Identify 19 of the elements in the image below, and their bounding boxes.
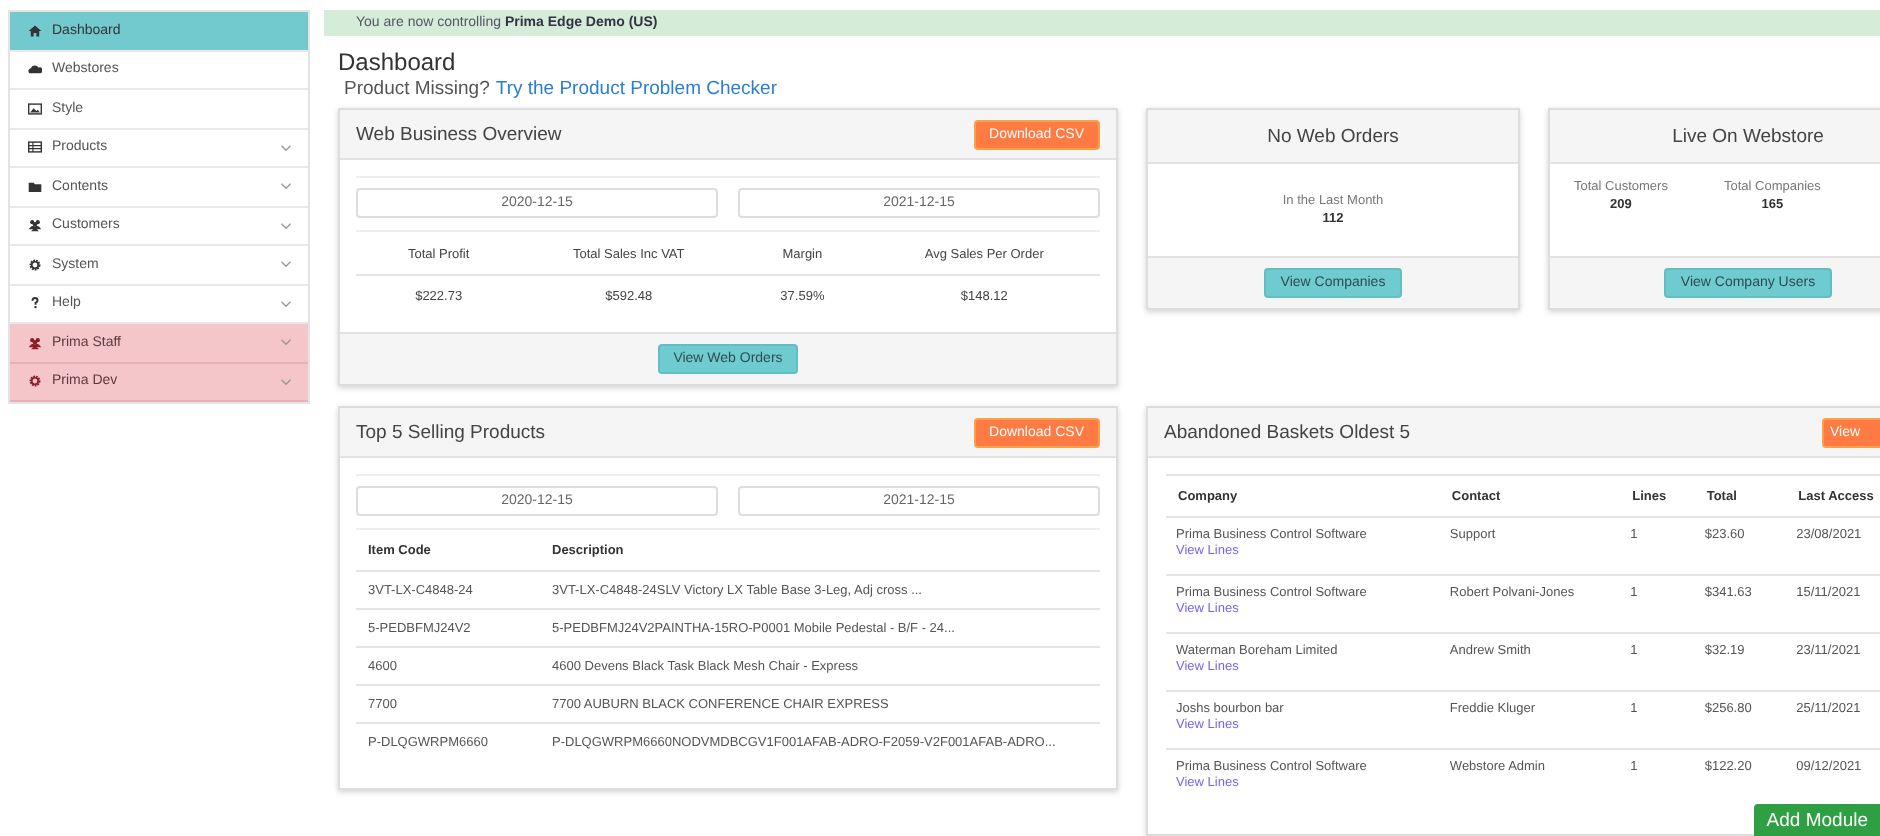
folder-icon	[28, 179, 42, 194]
users-icon	[28, 335, 42, 350]
card-title: No Web Orders	[1267, 125, 1399, 147]
card-title: Abandoned Baskets Oldest 5	[1164, 421, 1411, 443]
help-icon	[28, 296, 42, 311]
users-icon	[28, 218, 42, 233]
cloud-icon	[28, 62, 42, 77]
card-title: Live On Webstore	[1672, 125, 1824, 147]
add-module-button[interactable]: Add Module	[1754, 804, 1880, 836]
home-icon	[28, 23, 42, 38]
card-title: Web Business Overview	[356, 123, 562, 145]
product-missing-text: Product Missing?	[344, 78, 490, 102]
table-icon	[28, 140, 42, 155]
gear-icon	[28, 257, 42, 272]
problem-checker-link[interactable]: Try the Product Problem Checker	[495, 78, 777, 102]
image-icon	[28, 101, 42, 116]
card-title: Top 5 Selling Products	[356, 421, 546, 443]
page-title: Dashboard	[338, 48, 458, 76]
gear-icon	[28, 374, 42, 389]
